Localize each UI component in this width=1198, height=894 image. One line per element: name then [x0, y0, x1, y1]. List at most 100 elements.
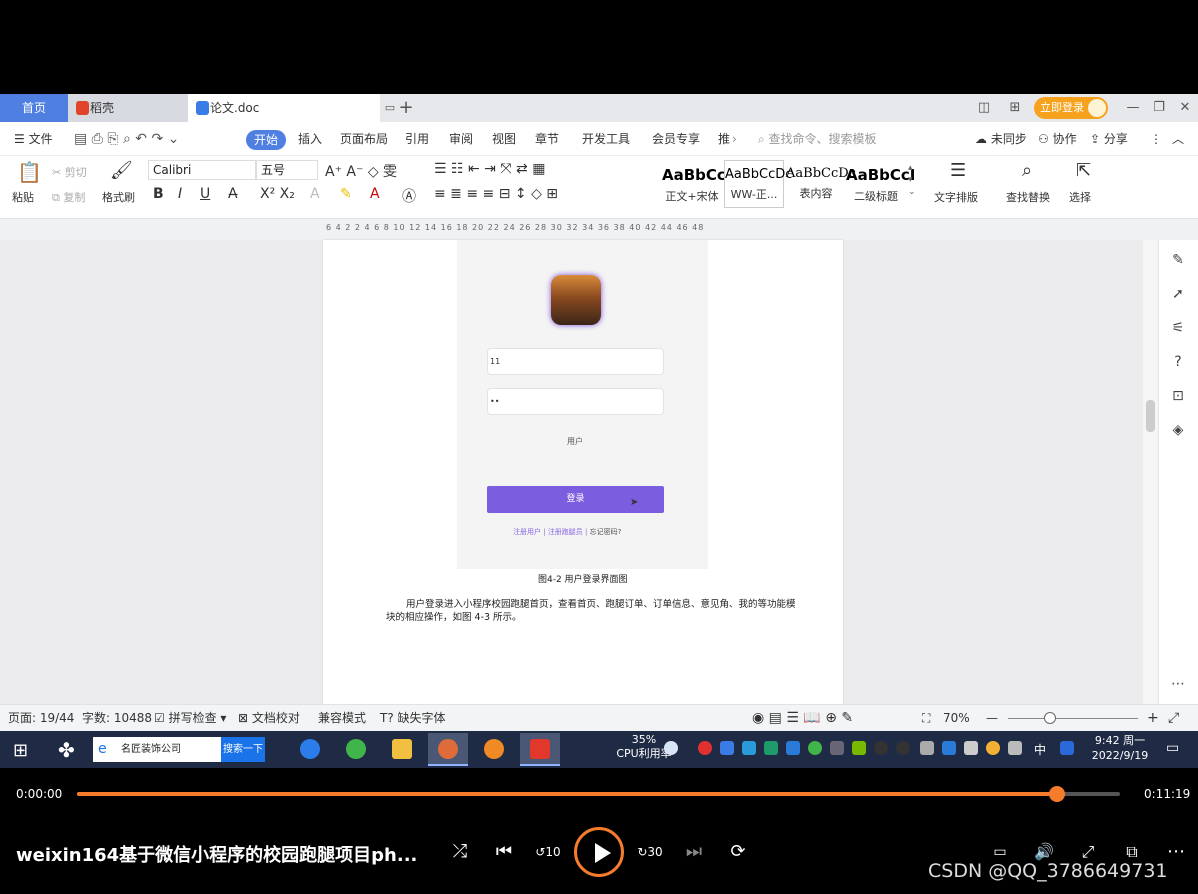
doc-proofread[interactable]: ⊠ 文档校对: [238, 705, 300, 732]
menu-tab-developer[interactable]: 开发工具: [582, 122, 630, 156]
find-replace-icon[interactable]: ⌕: [1022, 160, 1032, 181]
notification-icon[interactable]: ▭: [1166, 740, 1179, 756]
app-face-icon[interactable]: [474, 733, 514, 766]
close-button[interactable]: ✕: [1176, 94, 1194, 122]
format-painter-icon[interactable]: 🖌: [110, 160, 133, 181]
more-icon[interactable]: ⋯: [1169, 676, 1187, 694]
menu-tab-view[interactable]: 视图: [492, 122, 516, 156]
shield-icon[interactable]: [786, 741, 800, 755]
zoom-slider[interactable]: [1008, 718, 1138, 719]
sync-status[interactable]: ☁ 未同步: [975, 122, 1027, 156]
word-count[interactable]: 字数: 10488: [82, 705, 152, 732]
text-effect-icon[interactable]: A: [310, 186, 320, 202]
styles-scroll-icon[interactable]: ▴ ▾ ⌄: [908, 162, 916, 198]
green-browser-icon[interactable]: [336, 733, 376, 766]
edit-pen-icon[interactable]: ✎: [1169, 252, 1187, 270]
progress-bar[interactable]: [77, 786, 1120, 802]
volume-icon[interactable]: [1008, 741, 1022, 755]
help-icon[interactable]: ?: [1169, 354, 1187, 372]
next-icon[interactable]: ⏭: [680, 838, 708, 866]
bold-icon[interactable]: B: [153, 186, 164, 202]
paste-icon[interactable]: 📋: [17, 160, 42, 184]
zoom-in-button[interactable]: +: [1147, 705, 1159, 732]
zoom-slider-knob[interactable]: [1044, 712, 1056, 724]
paste-button[interactable]: 粘贴: [12, 189, 34, 205]
usb-icon[interactable]: [964, 741, 978, 755]
taskbar-search-button[interactable]: 搜索一下: [221, 737, 265, 762]
menu-tab-member[interactable]: 会员专享: [652, 122, 700, 156]
battery-icon[interactable]: [920, 741, 934, 755]
image-tools-icon[interactable]: ⊡: [1169, 388, 1187, 406]
bluetooth-icon[interactable]: [942, 741, 956, 755]
italic-icon[interactable]: I: [178, 186, 182, 202]
pointer-icon[interactable]: ➚: [1169, 286, 1187, 304]
tray-app-icon[interactable]: [986, 741, 1000, 755]
ie-browser-icon[interactable]: [290, 733, 330, 766]
previous-icon[interactable]: ⏮: [490, 838, 518, 866]
location-icon[interactable]: ◈: [1169, 422, 1187, 440]
tab-document[interactable]: 论文.doc: [188, 94, 380, 122]
spell-check[interactable]: ☑ 拼写检查 ▾: [154, 705, 226, 732]
windows-start-icon[interactable]: ⊞: [13, 740, 28, 761]
style-normal[interactable]: AaBbCc 正文+宋体: [662, 160, 726, 208]
tray-app-icon[interactable]: [764, 741, 778, 755]
collab-button[interactable]: ⚇ 协作: [1038, 122, 1077, 156]
shuffle-icon[interactable]: ⤮: [446, 838, 474, 866]
text-layout-button[interactable]: 文字排版: [934, 189, 978, 205]
font-size-select[interactable]: 五号: [256, 160, 318, 180]
style-heading-2[interactable]: AaBbCcI 二级标题: [846, 160, 915, 208]
file-explorer-icon[interactable]: [382, 733, 422, 766]
network-icon[interactable]: [830, 741, 844, 755]
menu-tab-review[interactable]: 审阅: [449, 122, 473, 156]
style-table-content[interactable]: AaBbCcDc 表内容: [786, 160, 856, 208]
font-grow-shrink-icons[interactable]: A⁺ A⁻ ◇ 雯: [325, 161, 397, 181]
horizontal-ruler[interactable]: 6 4 2 2 4 6 8 10 12 14 16 18 20 22 24 26…: [0, 218, 1198, 240]
collapse-ribbon-icon[interactable]: ︿: [1172, 122, 1184, 156]
weather-icon[interactable]: [664, 741, 678, 755]
menu-tab-insert[interactable]: 插入: [298, 122, 322, 156]
forward-30-icon[interactable]: ↻30: [636, 838, 664, 866]
minimize-button[interactable]: —: [1124, 94, 1142, 122]
menu-tab-start[interactable]: 开始: [246, 130, 287, 150]
copy-button[interactable]: ⧉ 复制: [52, 189, 85, 205]
ime-indicator[interactable]: 中: [1034, 741, 1046, 758]
assistant-icon[interactable]: ✤: [58, 738, 75, 762]
alignment-icons[interactable]: ≡ ≣ ≡ ≡ ⊟ ↕ ◇ ⊞: [434, 186, 558, 202]
nvidia-icon[interactable]: [852, 741, 866, 755]
select-cursor-icon[interactable]: ⇱: [1076, 160, 1091, 181]
more-options-icon[interactable]: ⋮: [1150, 122, 1162, 156]
zoom-level[interactable]: 70%: [943, 705, 970, 732]
menu-tab-chapter[interactable]: 章节: [535, 122, 559, 156]
font-color-icon[interactable]: A: [370, 186, 380, 202]
qq-icon[interactable]: [896, 741, 910, 755]
new-tab-button[interactable]: +: [398, 94, 414, 122]
format-painter-button[interactable]: 格式刷: [102, 189, 135, 205]
fullscreen-icon[interactable]: ⤢: [1168, 705, 1179, 732]
text-layout-icon[interactable]: ☰: [950, 160, 966, 181]
layout-icon[interactable]: ◫: [972, 94, 996, 122]
superscript-subscript-icons[interactable]: X² X₂: [260, 186, 295, 202]
window-mode-icon[interactable]: ▭: [382, 94, 398, 122]
play-button[interactable]: [574, 827, 624, 877]
vertical-scrollbar[interactable]: [1143, 240, 1158, 704]
menu-tab-references[interactable]: 引用: [405, 122, 429, 156]
login-button[interactable]: 立即登录: [1034, 97, 1108, 119]
list-icons[interactable]: ☰ ☷ ⇤ ⇥ ⤧ ⇄ ▦: [434, 161, 545, 177]
scrollbar-thumb[interactable]: [1146, 400, 1155, 432]
page-counter[interactable]: 页面: 19/44: [8, 705, 74, 732]
apps-grid-icon[interactable]: ⊞: [1004, 94, 1026, 122]
menu-tab-more[interactable]: 推: [718, 122, 730, 156]
menu-more-chevron-icon[interactable]: ›: [732, 122, 737, 156]
quick-access-icons[interactable]: ▤ ⎙ ⎘ ⌕ ↶ ↷ ⌄: [74, 122, 179, 156]
select-button[interactable]: 选择: [1069, 189, 1091, 205]
tray-q-icon[interactable]: [1060, 741, 1074, 755]
qq-icon[interactable]: [874, 741, 888, 755]
strikethrough-icon[interactable]: A̶: [228, 186, 238, 202]
menu-tab-layout[interactable]: 页面布局: [340, 122, 388, 156]
repeat-icon[interactable]: ⟳: [724, 838, 752, 866]
system-clock[interactable]: 9:42 周一 2022/9/19: [1088, 733, 1152, 763]
app-globe-icon[interactable]: [428, 733, 468, 766]
tab-home[interactable]: 首页: [0, 94, 68, 122]
char-border-icon[interactable]: Ⓐ: [402, 186, 416, 206]
find-replace-button[interactable]: 查找替换: [1006, 189, 1050, 205]
